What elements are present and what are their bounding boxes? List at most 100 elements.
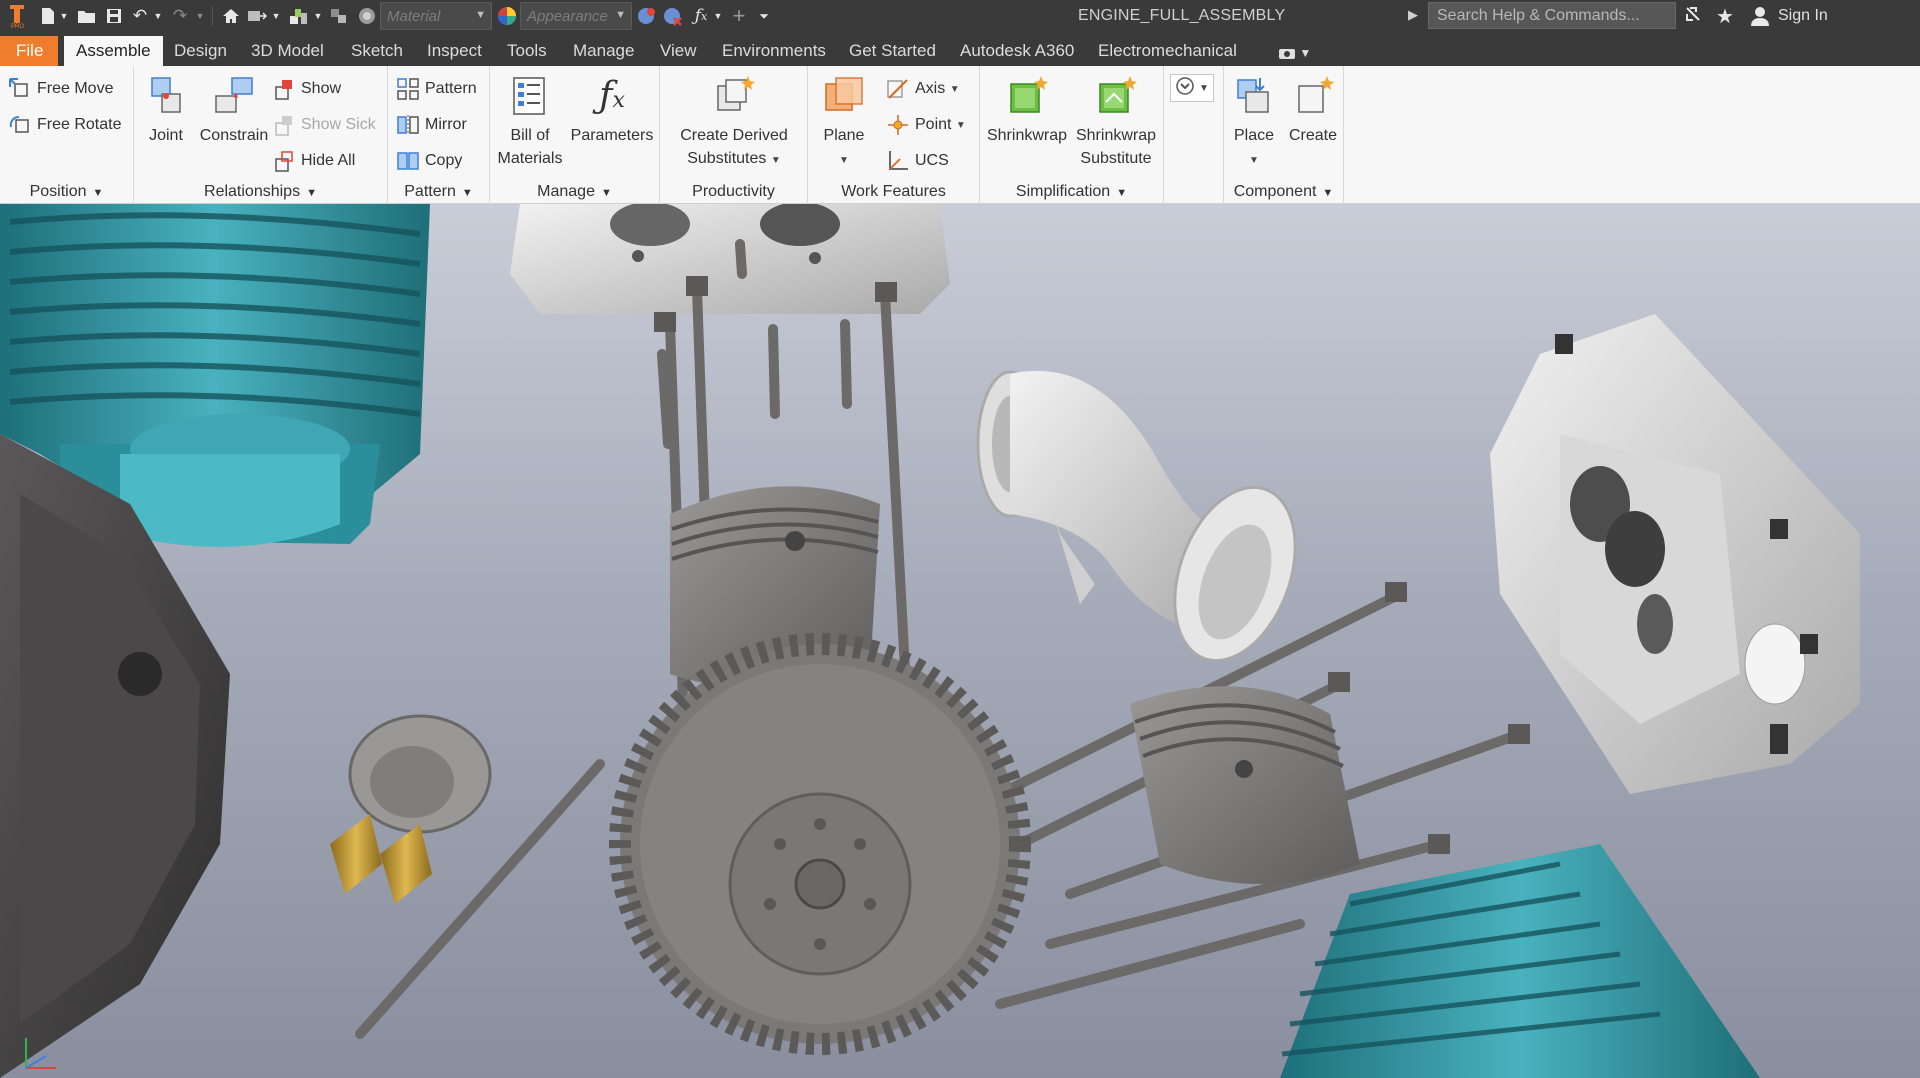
- material-icon[interactable]: [356, 4, 378, 28]
- tab-3d-model[interactable]: 3D Model: [251, 38, 324, 66]
- new-icon[interactable]: [38, 4, 58, 28]
- show-sick-button[interactable]: Show Sick: [272, 112, 376, 138]
- graphics-viewport[interactable]: [0, 204, 1920, 1078]
- add-icon[interactable]: +: [728, 3, 750, 28]
- chevron-down-icon[interactable]: ▼: [312, 4, 324, 28]
- mirror-button[interactable]: Mirror: [396, 112, 467, 138]
- panel-title-component[interactable]: Component ▼: [1224, 183, 1343, 201]
- bill-of-materials-label-1: Bill of: [510, 127, 550, 144]
- undo-icon[interactable]: ↶: [130, 4, 150, 28]
- panel-title-position[interactable]: Position ▼: [0, 183, 133, 201]
- home-icon[interactable]: [220, 4, 242, 28]
- chevron-down-icon[interactable]: ▼: [152, 4, 164, 28]
- tab-tools[interactable]: Tools: [507, 38, 547, 66]
- chevron-down-icon[interactable]: ▼: [270, 4, 282, 28]
- chevron-down-icon[interactable]: ▼: [194, 4, 206, 28]
- tab-design[interactable]: Design: [174, 38, 227, 66]
- create-derived-substitutes-button[interactable]: Create Derived Substitutes ▼: [664, 74, 804, 172]
- select-icon[interactable]: [328, 4, 350, 28]
- joint-button[interactable]: Joint: [138, 74, 194, 147]
- create-derived-substitutes-label-2: Substitutes: [687, 150, 767, 167]
- chevron-down-icon: ▼: [949, 83, 960, 95]
- pattern-button[interactable]: Pattern: [396, 76, 477, 102]
- place-label: Place: [1233, 127, 1275, 144]
- star-icon[interactable]: ★: [1716, 4, 1734, 29]
- update-icon[interactable]: [246, 4, 268, 28]
- adjust-appearance-icon[interactable]: [636, 4, 658, 28]
- panel-relationships: Joint Constrain Show Show Sick Hide All …: [134, 66, 388, 204]
- bill-of-materials-icon: [508, 74, 552, 118]
- separator: [212, 6, 213, 26]
- free-rotate-icon: [8, 113, 32, 137]
- user-icon[interactable]: [1750, 5, 1770, 27]
- sign-in-link[interactable]: Sign In: [1778, 7, 1828, 25]
- panel-title-component-label: Component: [1233, 183, 1317, 200]
- clear-override-icon[interactable]: [662, 4, 684, 28]
- shrinkwrap-button[interactable]: Shrinkwrap: [984, 74, 1070, 147]
- fuel-fitting[interactable]: [330, 714, 492, 904]
- search-input[interactable]: Search Help & Commands...: [1428, 2, 1676, 29]
- extra-dropdown-button[interactable]: ▼: [1170, 74, 1214, 102]
- panel-title-manage[interactable]: Manage ▼: [490, 183, 659, 201]
- tab-inspect[interactable]: Inspect: [427, 38, 482, 66]
- free-rotate-button[interactable]: Free Rotate: [8, 112, 121, 138]
- panel-title-pattern[interactable]: Pattern ▼: [388, 183, 489, 201]
- chevron-down-icon[interactable]: ▼: [58, 4, 70, 28]
- chevron-down-icon[interactable]: ▼: [712, 4, 724, 28]
- parameters-button[interactable]: ƒx Parameters: [568, 74, 656, 147]
- redo-icon[interactable]: ↷: [170, 4, 190, 28]
- cylinder-bottom-right[interactable]: [1280, 844, 1760, 1078]
- chevron-down-icon: ▼: [770, 155, 781, 166]
- panel-title-pattern-label: Pattern: [404, 183, 456, 200]
- cylinder-head-right[interactable]: [1490, 314, 1860, 794]
- shrinkwrap-substitute-button[interactable]: Shrinkwrap Substitute: [1070, 74, 1162, 170]
- chevron-down-icon: ▼: [839, 155, 849, 166]
- create-button[interactable]: Create: [1284, 74, 1342, 147]
- app-logo-icon[interactable]: PRO: [6, 4, 28, 29]
- material-dropdown[interactable]: Material ▼: [380, 2, 492, 30]
- engine-assembly-model[interactable]: [0, 204, 1920, 1078]
- customize-icon[interactable]: ⏷: [754, 4, 774, 28]
- parameters-icon[interactable]: ƒx: [690, 4, 712, 28]
- bill-of-materials-button[interactable]: Bill of Materials: [494, 74, 566, 170]
- axis-button[interactable]: Axis ▼: [886, 76, 960, 102]
- panel-simplification: Shrinkwrap Shrinkwrap Substitute Simplif…: [980, 66, 1164, 204]
- pattern-label: Pattern: [425, 80, 477, 97]
- tab-environments[interactable]: Environments: [722, 38, 826, 66]
- piston-lower[interactable]: [1130, 686, 1360, 884]
- panel-visibility-toggle[interactable]: ▼: [1278, 46, 1311, 60]
- intake-elbow[interactable]: [976, 370, 1317, 677]
- chevron-down-icon: ▼: [1249, 155, 1259, 166]
- appearance-icon[interactable]: [496, 4, 518, 28]
- timing-gear[interactable]: [609, 633, 1031, 1055]
- open-icon[interactable]: [76, 4, 98, 28]
- plane-button[interactable]: Plane ▼: [808, 74, 880, 172]
- constrain-button[interactable]: Constrain: [192, 74, 276, 147]
- ucs-button[interactable]: UCS: [886, 148, 949, 174]
- show-button[interactable]: Show: [272, 76, 341, 102]
- tab-sketch[interactable]: Sketch: [351, 38, 403, 66]
- appearance-dropdown[interactable]: Appearance ▼: [520, 2, 632, 30]
- tab-manage[interactable]: Manage: [573, 38, 634, 66]
- tab-electromechanical[interactable]: Electromechanical: [1098, 38, 1237, 66]
- panel-title-manage-label: Manage: [537, 183, 595, 200]
- measure-icon[interactable]: [288, 4, 310, 28]
- tab-view[interactable]: View: [660, 38, 697, 66]
- hide-all-button[interactable]: Hide All: [272, 148, 355, 174]
- chevron-right-icon[interactable]: ▶: [1408, 7, 1418, 23]
- place-button[interactable]: Place ▼: [1226, 74, 1282, 172]
- point-button[interactable]: Point ▼: [886, 112, 966, 138]
- panel-title-simplification[interactable]: Simplification ▼: [980, 183, 1163, 201]
- tab-assemble[interactable]: Assemble: [64, 36, 163, 66]
- plane-label: Plane: [823, 127, 865, 144]
- panel-title-simplification-label: Simplification: [1015, 183, 1111, 200]
- tab-file[interactable]: File: [0, 36, 58, 66]
- free-move-button[interactable]: Free Move: [8, 76, 113, 102]
- tab-get-started[interactable]: Get Started: [849, 38, 936, 66]
- connect-icon[interactable]: [1684, 5, 1702, 30]
- copy-button[interactable]: Copy: [396, 148, 462, 174]
- chevron-down-circle-icon: [1175, 76, 1195, 101]
- panel-title-relationships[interactable]: Relationships ▼: [134, 183, 387, 201]
- save-icon[interactable]: [104, 4, 124, 28]
- tab-autodesk-a360[interactable]: Autodesk A360: [960, 38, 1074, 66]
